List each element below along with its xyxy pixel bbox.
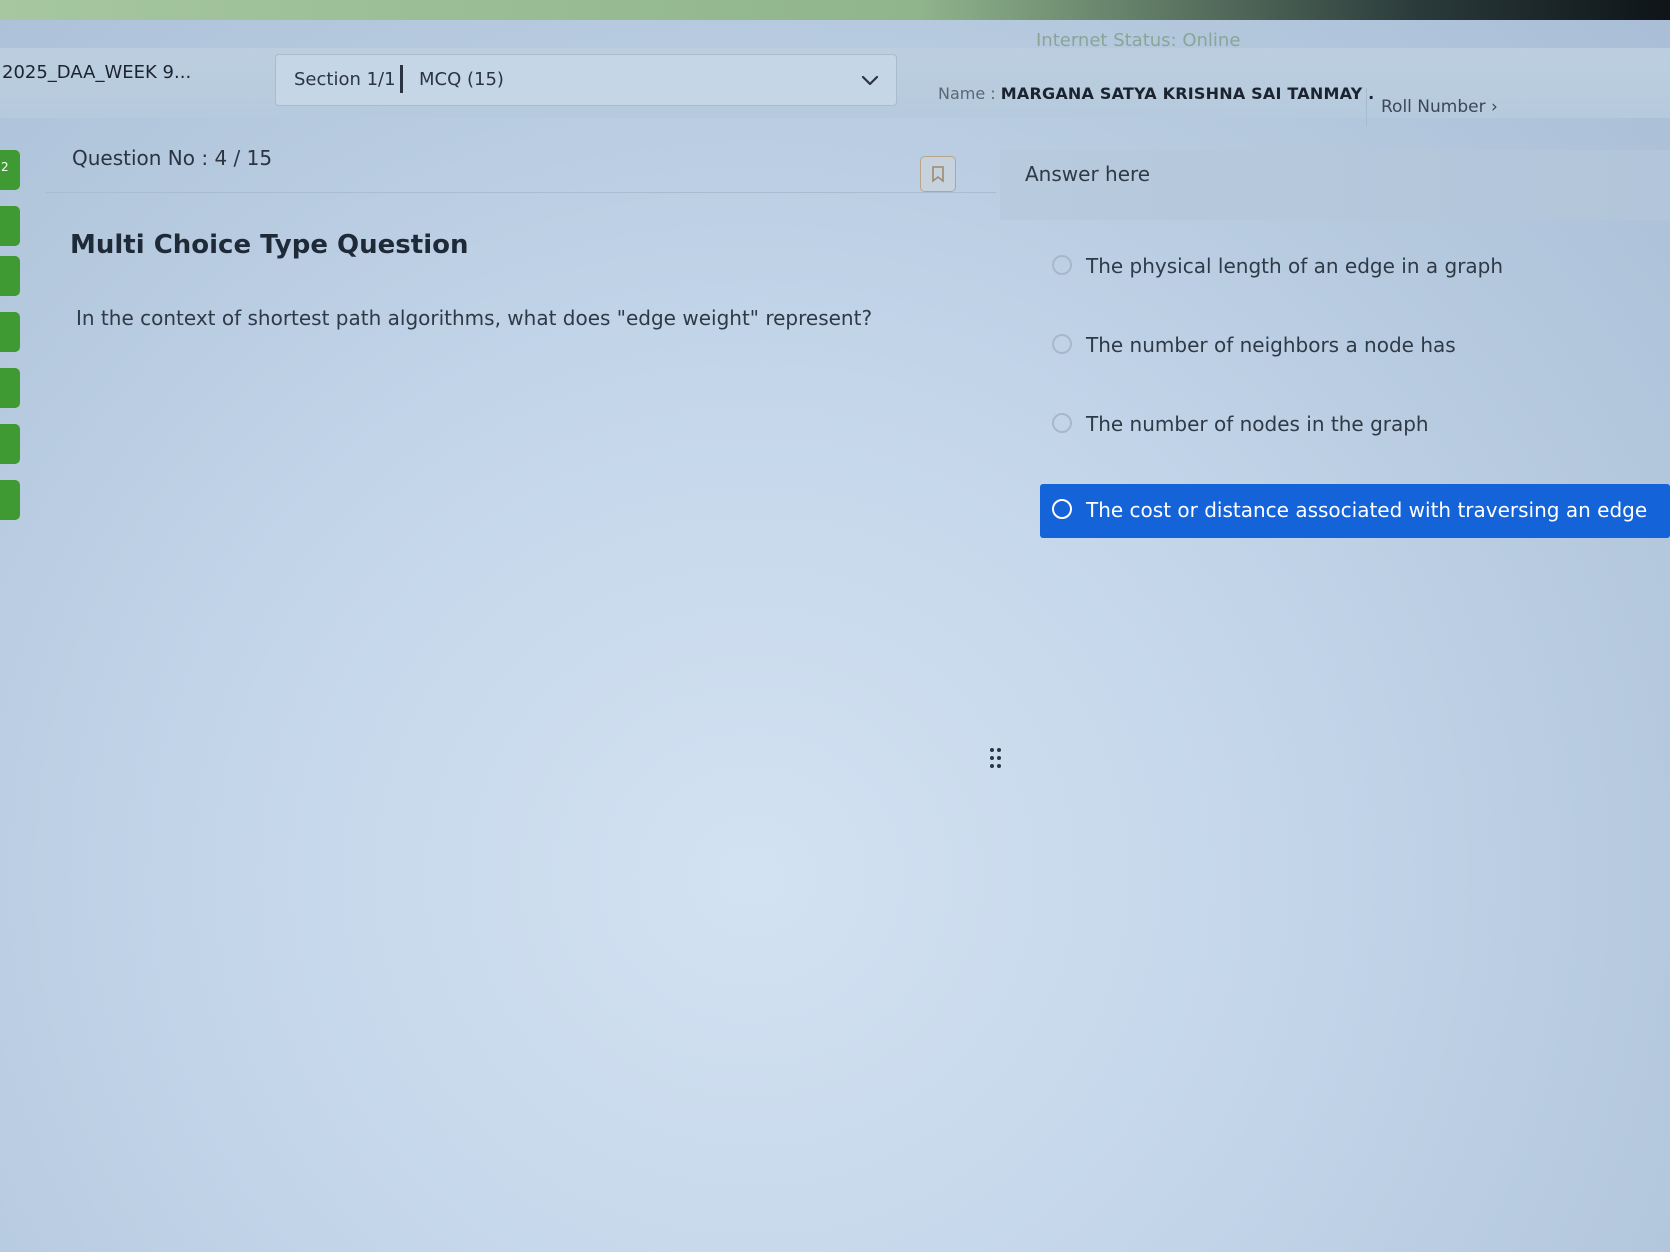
- test-title[interactable]: 2025_DAA_WEEK 9...: [2, 62, 191, 83]
- palette-tab[interactable]: [0, 206, 20, 246]
- option-label: The number of nodes in the graph: [1086, 412, 1429, 436]
- candidate-name: Name : MARGANA SATYA KRISHNA SAI TANMAY …: [938, 84, 1374, 103]
- palette-tab[interactable]: [0, 256, 20, 296]
- option-label: The cost or distance associated with tra…: [1086, 498, 1648, 522]
- roll-number-button[interactable]: Roll Number ›: [1366, 88, 1506, 126]
- radio-icon[interactable]: [1052, 334, 1072, 354]
- section-label: Section 1/1: [294, 69, 396, 90]
- question-text: In the context of shortest path algorith…: [76, 306, 873, 330]
- drag-handle-icon[interactable]: [990, 748, 1002, 770]
- radio-icon[interactable]: [1052, 255, 1072, 275]
- question-type-heading: Multi Choice Type Question: [70, 230, 469, 260]
- radio-icon[interactable]: [1052, 499, 1072, 519]
- palette-tab[interactable]: [0, 312, 20, 352]
- palette-tab[interactable]: 2: [0, 150, 20, 190]
- name-label: Name :: [938, 84, 996, 103]
- name-value: MARGANA SATYA KRISHNA SAI TANMAY .: [1000, 84, 1375, 103]
- question-number-bar: Question No : 4 / 15: [46, 138, 996, 193]
- section-selector[interactable]: Section 1/1 MCQ (15): [275, 54, 897, 106]
- bookmark-icon: [932, 166, 944, 183]
- roll-number-label: Roll Number: [1381, 97, 1486, 117]
- answer-option[interactable]: The number of nodes in the graph: [1040, 398, 1670, 452]
- answer-header: Answer here: [1025, 162, 1151, 186]
- palette-tab[interactable]: [0, 368, 20, 408]
- section-type-label: MCQ (15): [419, 69, 504, 90]
- chevron-down-icon[interactable]: [859, 69, 881, 91]
- palette-tab[interactable]: [0, 424, 20, 464]
- question-number: Question No : 4 / 15: [72, 146, 273, 170]
- answer-header-bar: Answer here: [1000, 150, 1670, 220]
- radio-icon[interactable]: [1052, 413, 1072, 433]
- answer-option[interactable]: The number of neighbors a node has: [1040, 319, 1670, 373]
- answer-option-selected[interactable]: The cost or distance associated with tra…: [1040, 484, 1670, 538]
- option-label: The number of neighbors a node has: [1086, 333, 1456, 357]
- palette-tab[interactable]: [0, 480, 20, 520]
- section-divider: [400, 65, 403, 93]
- bookmark-button[interactable]: [920, 156, 956, 192]
- chevron-right-icon: ›: [1491, 97, 1498, 117]
- answer-option[interactable]: The physical length of an edge in a grap…: [1040, 240, 1670, 294]
- option-label: The physical length of an edge in a grap…: [1086, 254, 1504, 278]
- browser-top-strip: [0, 0, 1670, 20]
